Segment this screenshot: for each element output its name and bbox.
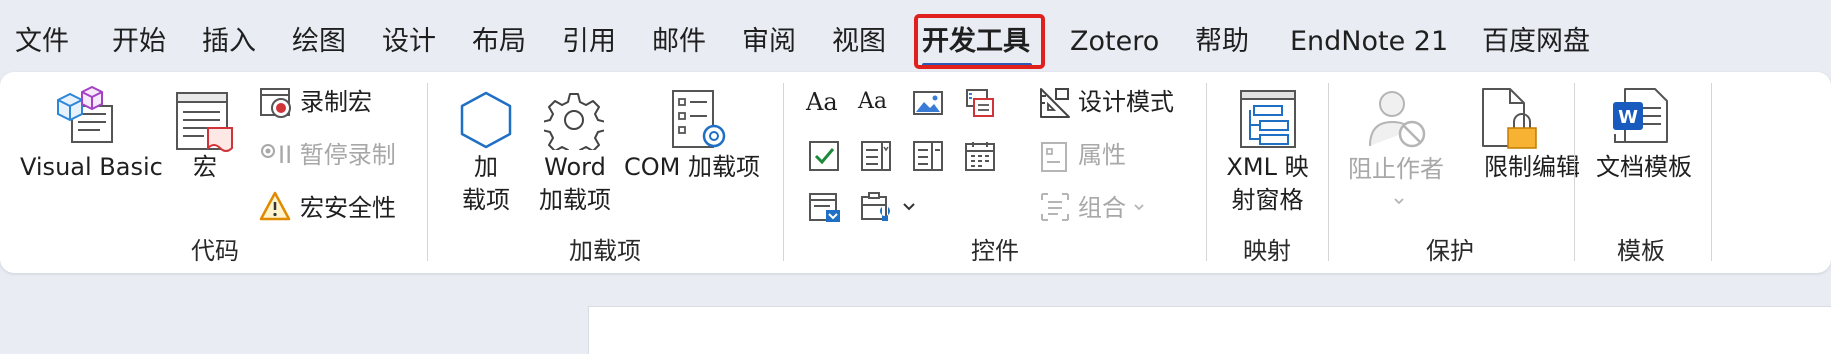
group-separator	[1711, 83, 1712, 261]
group-label: 组合	[1078, 194, 1126, 222]
group-label-controls: 控件	[971, 237, 1019, 265]
tab-references[interactable]: 引用	[562, 22, 616, 62]
tab-draw[interactable]: 绘图	[292, 22, 346, 62]
macros-label[interactable]: 宏	[180, 152, 230, 182]
tab-insert[interactable]: 插入	[202, 22, 256, 62]
xml-mapping-pane-icon[interactable]	[1238, 88, 1298, 150]
annotation-highlight-box	[914, 14, 1045, 69]
macro-security-label[interactable]: 宏安全性	[300, 193, 396, 223]
xml-mapping-pane-label-line1[interactable]: XML 映	[1215, 152, 1320, 182]
group-label-mapping: 映射	[1243, 237, 1291, 265]
addins-hexagon-icon[interactable]	[456, 90, 516, 150]
gear-icon[interactable]	[544, 90, 604, 150]
macros-icon[interactable]	[174, 90, 236, 156]
com-addins-icon[interactable]	[670, 88, 730, 152]
xml-mapping-pane-label-line2[interactable]: 射窗格	[1215, 185, 1320, 215]
addins-label-line2[interactable]: 载项	[455, 185, 517, 215]
word-addins-label-line2[interactable]: 加载项	[530, 185, 620, 215]
macro-security-warning-icon[interactable]	[259, 191, 291, 221]
addins-label-line1[interactable]: 加	[455, 152, 517, 182]
word-document-template-icon[interactable]: W	[1611, 86, 1671, 148]
group-separator	[1206, 83, 1207, 261]
chevron-down-icon	[1133, 203, 1145, 212]
restrict-editing-lock-icon[interactable]	[1480, 86, 1542, 152]
group-label-templates: 模板	[1617, 237, 1665, 265]
document-page[interactable]	[588, 306, 1831, 354]
tab-home[interactable]: 开始	[112, 22, 166, 62]
rich-text-content-control-icon[interactable]: Aa	[806, 87, 838, 117]
legacy-tools-icon[interactable]	[860, 191, 894, 225]
group-label-protect: 保护	[1426, 237, 1474, 265]
plain-text-content-control-icon[interactable]: Aa	[858, 87, 887, 117]
block-authors-icon	[1366, 88, 1430, 150]
tab-help[interactable]: 帮助	[1195, 22, 1249, 62]
group-label-code: 代码	[191, 237, 239, 265]
design-mode-label[interactable]: 设计模式	[1078, 87, 1174, 117]
tab-layout[interactable]: 布局	[472, 22, 526, 62]
tab-review[interactable]: 审阅	[742, 22, 796, 62]
tab-baidu-netdisk[interactable]: 百度网盘	[1482, 22, 1590, 62]
svg-text:W: W	[1618, 107, 1638, 128]
building-block-gallery-icon[interactable]	[965, 88, 995, 118]
checkbox-content-control-icon[interactable]	[808, 140, 840, 172]
tab-zotero[interactable]: Zotero	[1070, 22, 1159, 62]
combo-box-content-control-icon[interactable]	[860, 140, 892, 172]
record-macro-icon[interactable]	[259, 86, 293, 120]
group-label-addins: 加载项	[569, 237, 641, 265]
group-separator	[1574, 83, 1575, 261]
tab-design[interactable]: 设计	[382, 22, 436, 62]
drop-down-list-content-control-icon[interactable]	[912, 140, 944, 172]
tab-endnote[interactable]: EndNote 21	[1290, 22, 1448, 62]
restrict-editing-label[interactable]: 限制编辑	[1484, 152, 1580, 182]
pause-recording-label: II 暂停录制	[278, 141, 396, 169]
chevron-down-icon	[1393, 197, 1405, 206]
properties-icon	[1040, 141, 1068, 173]
ribbon-tab-bar: 文件 开始 插入 绘图 设计 布局 引用 邮件 审阅 视图 开发工具 Zoter…	[0, 0, 1831, 72]
group-separator	[1328, 83, 1329, 261]
chevron-down-icon[interactable]	[902, 202, 916, 212]
tab-file[interactable]: 文件	[15, 22, 69, 62]
document-template-label[interactable]: 文档模板	[1596, 152, 1692, 182]
legacy-forms-icon[interactable]	[808, 192, 842, 224]
picture-content-control-icon[interactable]	[912, 90, 944, 116]
date-picker-content-control-icon[interactable]	[964, 140, 996, 172]
group-icon	[1040, 192, 1070, 222]
tab-mailings[interactable]: 邮件	[652, 22, 706, 62]
word-addins-label-line1[interactable]: Word	[530, 152, 620, 182]
properties-label: 属性	[1078, 141, 1126, 169]
design-mode-icon[interactable]	[1038, 86, 1072, 120]
group-separator	[783, 83, 784, 261]
visual-basic-icon[interactable]	[56, 84, 120, 148]
block-authors-label: 阻止作者	[1348, 155, 1444, 183]
visual-basic-label[interactable]: Visual Basic	[20, 152, 163, 182]
tab-view[interactable]: 视图	[832, 22, 886, 62]
com-addins-label[interactable]: COM 加载项	[624, 152, 760, 182]
group-separator	[427, 83, 428, 261]
pause-recording-icon	[260, 143, 276, 159]
record-macro-label[interactable]: 录制宏	[300, 87, 372, 117]
